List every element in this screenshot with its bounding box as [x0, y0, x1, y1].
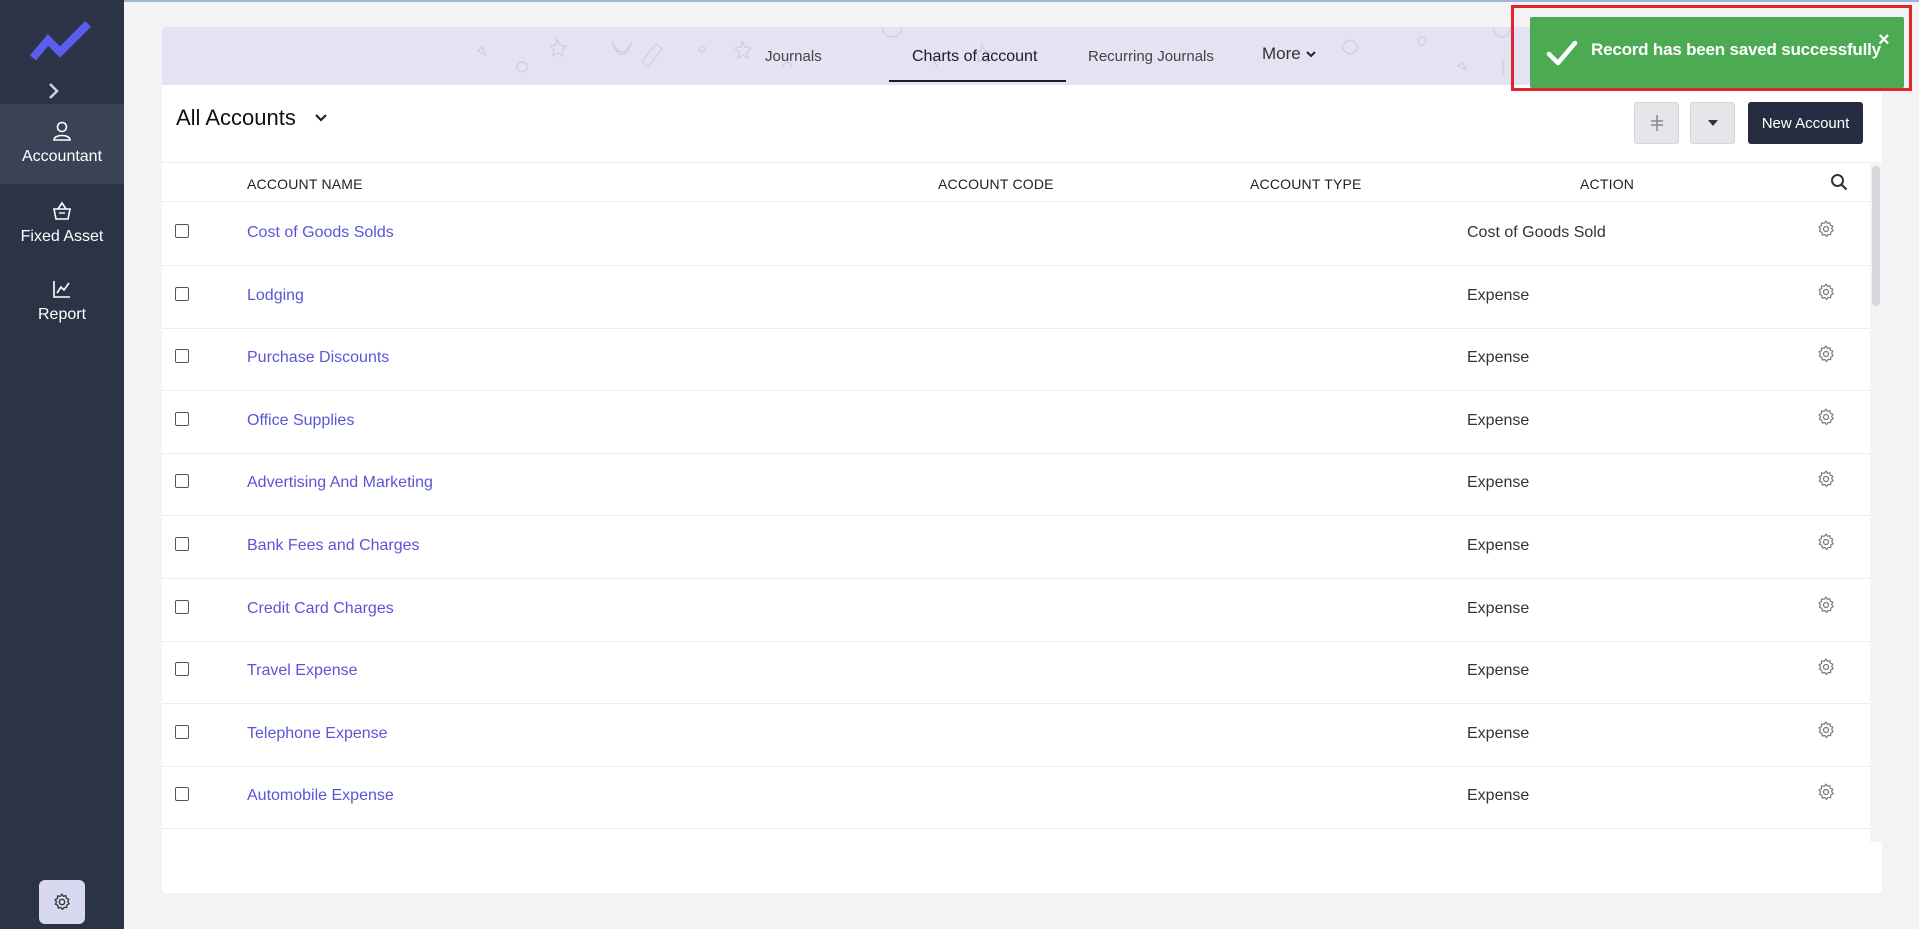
- account-name-link[interactable]: Travel Expense: [247, 662, 358, 680]
- sidebar: Accountant Fixed Asset Report: [0, 0, 124, 929]
- scrollbar-thumb[interactable]: [1872, 166, 1880, 306]
- success-toast: Record has been saved successfully ×: [1530, 17, 1904, 88]
- row-checkbox[interactable]: [175, 537, 189, 551]
- table-row: Telephone Expense Expense: [162, 704, 1870, 767]
- sidebar-item-fixed-asset[interactable]: Fixed Asset: [0, 200, 124, 260]
- gear-icon[interactable]: [1816, 282, 1836, 302]
- row-checkbox[interactable]: [175, 411, 189, 426]
- active-tab-indicator: [889, 80, 1066, 82]
- account-type-cell: Expense: [1467, 599, 1530, 617]
- row-checkbox[interactable]: [175, 224, 189, 238]
- gear-icon[interactable]: [1816, 532, 1836, 552]
- table-row: Lodging Expense: [162, 266, 1870, 329]
- account-type-cell: Expense: [1467, 537, 1530, 554]
- gear-icon[interactable]: [1816, 469, 1836, 489]
- table-scrollbar[interactable]: [1870, 162, 1882, 842]
- account-name-link[interactable]: Advertising And Marketing: [247, 474, 433, 492]
- search-icon[interactable]: [1830, 173, 1848, 191]
- gear-icon[interactable]: [1816, 344, 1836, 364]
- tab-recurring-journals[interactable]: Recurring Journals: [1088, 48, 1214, 65]
- chevron-down-icon: [1306, 51, 1316, 58]
- account-name-link[interactable]: Credit Card Charges: [247, 600, 394, 618]
- account-type-cell: Cost of Goods Sold: [1467, 224, 1606, 241]
- new-account-button[interactable]: New Account: [1748, 102, 1863, 144]
- column-header-action: ACTION: [1580, 176, 1635, 192]
- table-row: Cost of Goods Solds Cost of Goods Sold: [162, 203, 1870, 266]
- account-name-link[interactable]: Office Supplies: [247, 412, 354, 430]
- gear-icon[interactable]: [1816, 595, 1836, 615]
- column-resize-icon: [1650, 115, 1663, 131]
- account-name-link[interactable]: Telephone Expense: [247, 725, 388, 743]
- account-name-link[interactable]: Automobile Expense: [247, 787, 394, 805]
- sidebar-item-label: Fixed Asset: [20, 228, 104, 245]
- table-row: Advertising And Marketing Expense: [162, 453, 1870, 517]
- account-type-cell: Expense: [1467, 662, 1530, 680]
- account-type-cell: Expense: [1467, 474, 1530, 492]
- options-dropdown-button[interactable]: [1690, 102, 1735, 144]
- row-checkbox[interactable]: [175, 286, 189, 301]
- toast-close-button[interactable]: ×: [1878, 30, 1890, 50]
- sidebar-item-report[interactable]: Report: [0, 278, 124, 338]
- table-row: Office Supplies Expense: [162, 391, 1870, 454]
- column-header-account-code[interactable]: ACCOUNT CODE: [938, 176, 1054, 192]
- account-name-link[interactable]: Cost of Goods Solds: [247, 224, 394, 242]
- chevron-down-icon: [315, 114, 327, 122]
- row-checkbox[interactable]: [175, 349, 189, 364]
- tab-journals[interactable]: Journals: [765, 48, 822, 65]
- account-type-cell: Expense: [1467, 724, 1530, 742]
- tab-more-label: More: [1262, 44, 1301, 63]
- sidebar-item-accountant[interactable]: Accountant: [0, 104, 124, 184]
- account-name-link[interactable]: Purchase Discounts: [247, 349, 389, 367]
- account-type-cell: Expense: [1467, 411, 1530, 429]
- checkmark-icon: [1546, 40, 1578, 66]
- chevron-right-icon[interactable]: [45, 82, 63, 100]
- table-row: Bank Fees and Charges Expense: [162, 516, 1870, 579]
- gear-icon[interactable]: [1816, 657, 1836, 677]
- sidebar-item-label: Accountant: [21, 148, 103, 165]
- account-type-cell: Expense: [1467, 787, 1530, 805]
- account-name-link[interactable]: Lodging: [247, 287, 304, 305]
- gear-icon[interactable]: [1816, 407, 1836, 427]
- row-checkbox[interactable]: [175, 787, 189, 802]
- toast-message: Record has been saved successfully: [1591, 40, 1881, 59]
- settings-button[interactable]: [39, 880, 85, 924]
- table-row: Travel Expense Expense: [162, 641, 1870, 705]
- row-checkbox[interactable]: [175, 474, 189, 489]
- table-row: Automobile Expense Expense: [162, 766, 1870, 830]
- gear-icon[interactable]: [1816, 219, 1836, 239]
- filter-label: All Accounts: [176, 105, 296, 130]
- column-adjust-button[interactable]: [1634, 102, 1679, 144]
- gear-icon[interactable]: [1816, 720, 1836, 740]
- top-border: [124, 0, 1919, 2]
- table-row: Purchase Discounts Expense: [162, 328, 1870, 392]
- tab-more[interactable]: More: [1262, 44, 1317, 64]
- row-checkbox[interactable]: [175, 599, 189, 614]
- main-card: Journals Charts of account Recurring Jou…: [162, 27, 1882, 893]
- account-filter-dropdown[interactable]: All Accounts: [176, 105, 328, 131]
- row-checkbox[interactable]: [175, 662, 189, 677]
- caret-down-icon: [1707, 120, 1718, 126]
- tab-charts-of-account[interactable]: Charts of account: [912, 48, 1037, 66]
- gear-icon: [54, 893, 70, 911]
- account-name-link[interactable]: Bank Fees and Charges: [247, 537, 420, 555]
- user-icon: [53, 121, 71, 141]
- account-type-cell: Expense: [1467, 286, 1530, 304]
- row-checkbox[interactable]: [175, 724, 189, 739]
- chart-icon: [53, 281, 70, 298]
- sidebar-item-label: Report: [37, 306, 87, 323]
- account-type-cell: Expense: [1467, 349, 1530, 367]
- gear-icon[interactable]: [1816, 782, 1836, 802]
- basket-icon: [53, 201, 71, 220]
- table-row: Credit Card Charges Expense: [162, 579, 1870, 642]
- column-header-account-type[interactable]: ACCOUNT TYPE: [1250, 176, 1362, 192]
- table-header: ACCOUNT NAME ACCOUNT CODE ACCOUNT TYPE A…: [162, 162, 1870, 202]
- column-header-account-name[interactable]: ACCOUNT NAME: [247, 176, 363, 192]
- app-logo-icon[interactable]: [30, 18, 92, 66]
